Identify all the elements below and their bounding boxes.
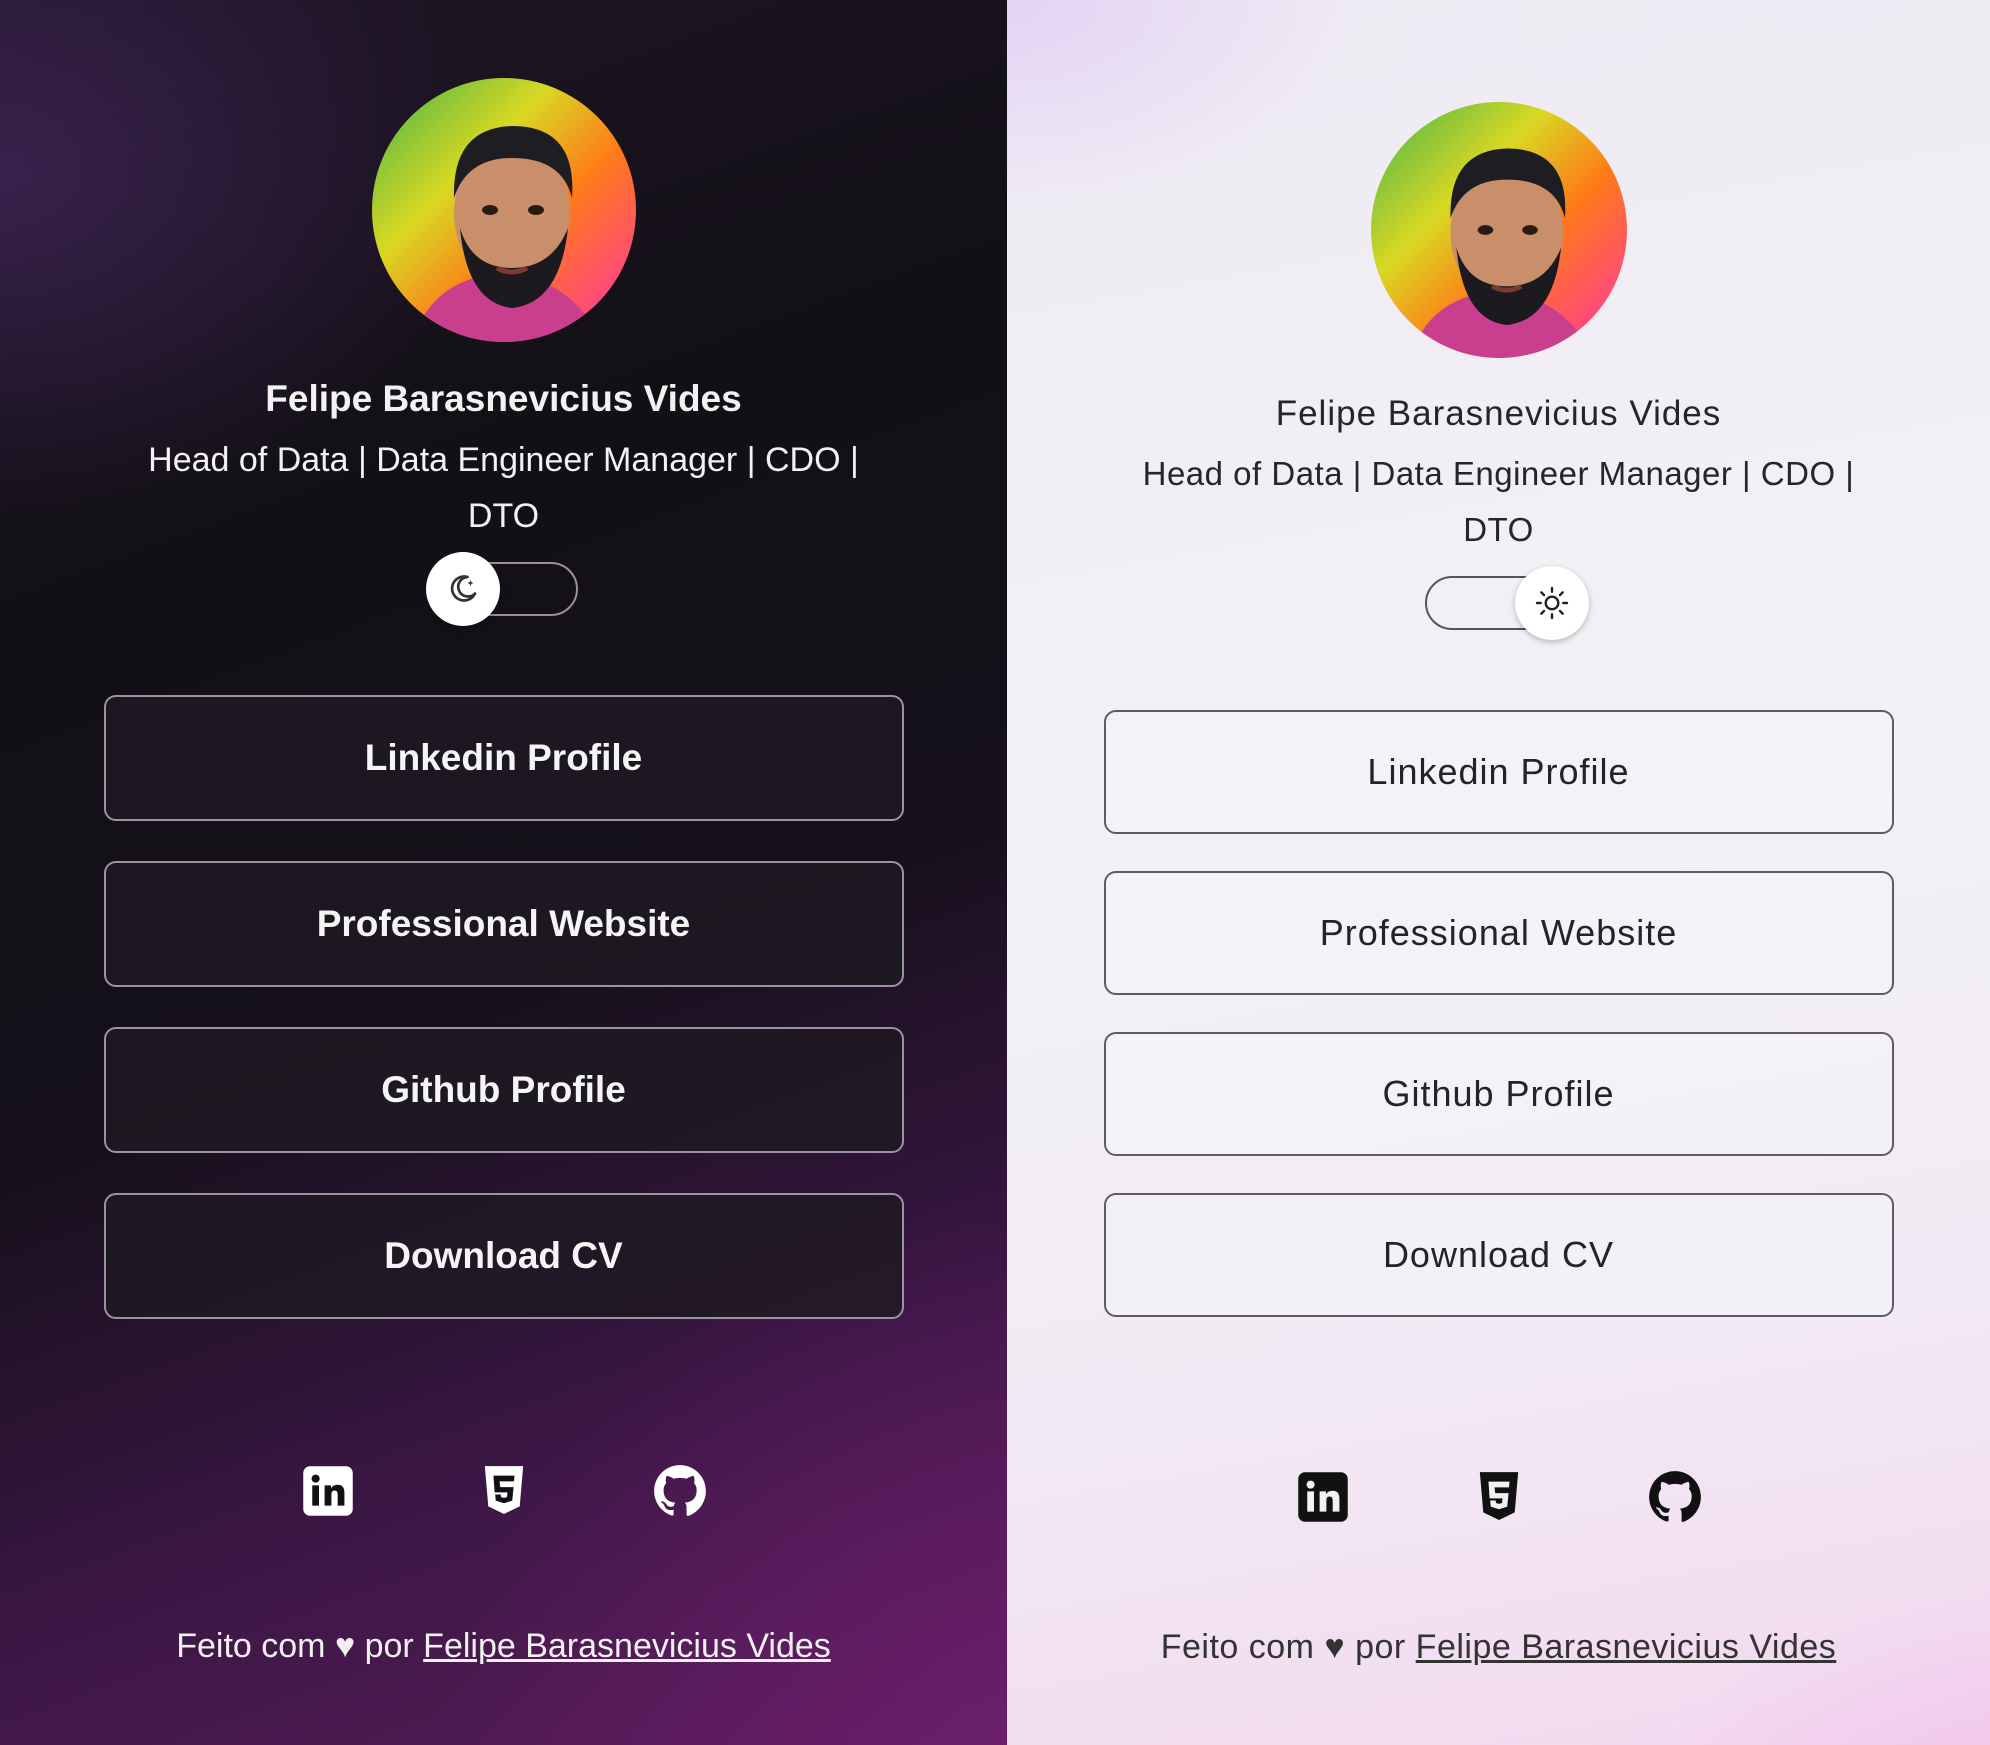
light-header: Felipe Barasnevicius Vides Head of Data …	[1007, 102, 1990, 640]
avatar	[1370, 102, 1627, 358]
linkedin-profile-button[interactable]: Linkedin Profile	[1103, 710, 1894, 834]
bio-line-2: DTO	[1463, 511, 1534, 548]
footer: Feito com ♥ por Felipe Barasnevicius Vid…	[1161, 1628, 1837, 1667]
moon-icon	[450, 575, 476, 602]
footer-by: por	[364, 1627, 414, 1665]
github-icon[interactable]	[1648, 1470, 1702, 1524]
footer-prefix: Feito com	[1160, 1628, 1315, 1666]
sun-icon	[1535, 586, 1568, 620]
light-social-icons	[1007, 1470, 1990, 1524]
profile-bio: Head of Data | Data Engineer Manager | C…	[124, 432, 884, 544]
author-link[interactable]: Felipe Barasnevicius Vides	[1416, 1628, 1837, 1666]
dark-footer-wrap: Feito com ♥ por Felipe Barasnevicius Vid…	[0, 1627, 1007, 1666]
light-theme-panel: Felipe Barasnevicius Vides Head of Data …	[1007, 0, 1990, 1745]
profile-name: Felipe Barasnevicius Vides	[265, 378, 742, 419]
linkedin-icon[interactable]	[1296, 1470, 1350, 1524]
html5-icon[interactable]	[1476, 1470, 1522, 1524]
theme-toggle[interactable]	[425, 552, 578, 626]
light-footer-wrap: Feito com ♥ por Felipe Barasnevicius Vid…	[1007, 1628, 1990, 1667]
theme-toggle[interactable]	[1424, 566, 1589, 640]
toggle-knob[interactable]	[1514, 566, 1589, 640]
footer-by: por	[1355, 1628, 1406, 1666]
toggle-knob[interactable]	[425, 552, 500, 626]
download-cv-button[interactable]: Download CV	[1103, 1193, 1894, 1317]
avatar	[371, 78, 636, 342]
profile-name: Felipe Barasnevicius Vides	[1275, 394, 1722, 433]
download-cv-button[interactable]: Download CV	[103, 1193, 904, 1319]
linkedin-icon[interactable]	[301, 1464, 355, 1518]
bio-line-1: Head of Data | Data Engineer Manager | C…	[1142, 455, 1855, 492]
footer-prefix: Feito com	[176, 1627, 326, 1665]
screenshot-root: Felipe Barasnevicius Vides Head of Data …	[0, 0, 1990, 1745]
html5-icon[interactable]	[481, 1464, 527, 1518]
dark-theme-panel: Felipe Barasnevicius Vides Head of Data …	[0, 0, 1007, 1745]
dark-social-icons	[0, 1464, 1007, 1518]
avatar-portrait-icon	[1370, 102, 1627, 358]
profile-bio: Head of Data | Data Engineer Manager | C…	[1119, 446, 1879, 558]
professional-website-button[interactable]: Professional Website	[103, 861, 904, 987]
dark-header: Felipe Barasnevicius Vides Head of Data …	[0, 78, 1007, 626]
light-links-list: Linkedin Profile Professional Website Gi…	[1007, 710, 1990, 1317]
heart-icon: ♥	[1324, 1628, 1346, 1666]
author-link[interactable]: Felipe Barasnevicius Vides	[423, 1627, 831, 1665]
avatar-portrait-icon	[371, 78, 636, 342]
dark-links-list: Linkedin Profile Professional Website Gi…	[0, 695, 1007, 1319]
github-profile-button[interactable]: Github Profile	[103, 1027, 904, 1153]
github-icon[interactable]	[653, 1464, 707, 1518]
github-profile-button[interactable]: Github Profile	[1103, 1032, 1894, 1156]
bio-line-2: DTO	[467, 497, 540, 535]
professional-website-button[interactable]: Professional Website	[1103, 871, 1894, 995]
heart-icon: ♥	[334, 1627, 356, 1665]
linkedin-profile-button[interactable]: Linkedin Profile	[103, 695, 904, 821]
footer: Feito com ♥ por Felipe Barasnevicius Vid…	[176, 1627, 831, 1666]
bio-line-1: Head of Data | Data Engineer Manager | C…	[148, 441, 859, 479]
